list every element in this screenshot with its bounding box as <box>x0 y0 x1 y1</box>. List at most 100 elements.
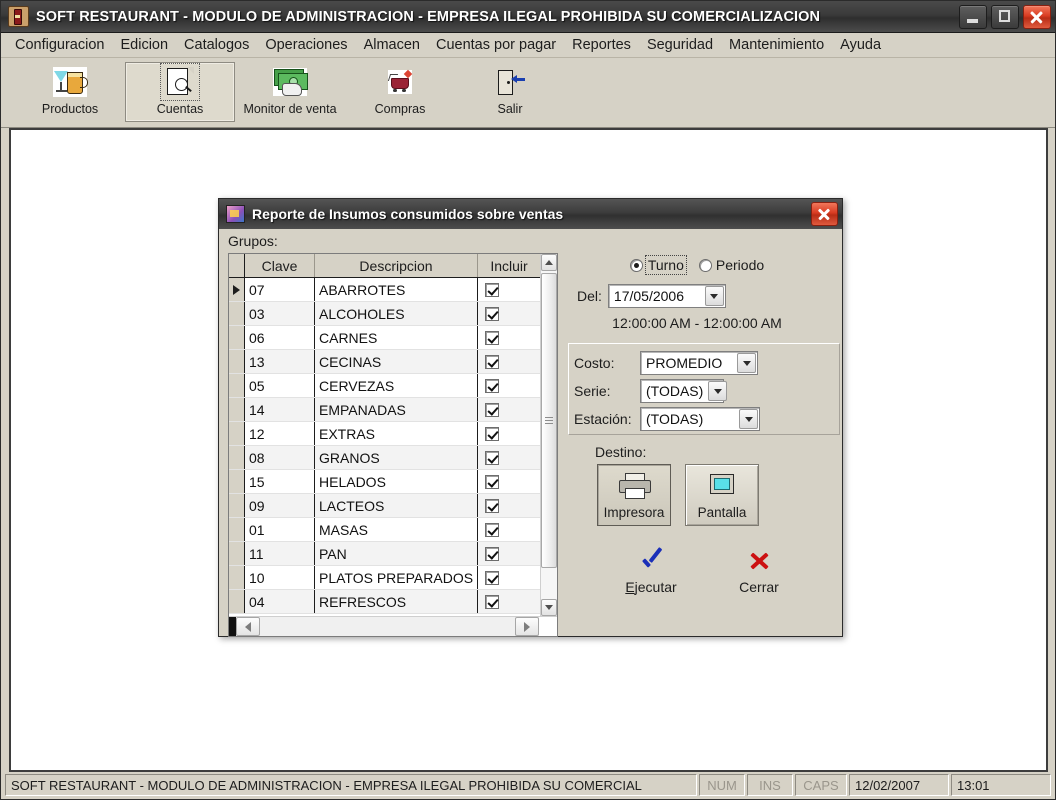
scroll-right-icon[interactable] <box>515 617 539 636</box>
scroll-left-icon[interactable] <box>236 617 260 636</box>
menu-reportes[interactable]: Reportes <box>564 35 639 55</box>
window-titlebar[interactable]: SOFT RESTAURANT - MODULO DE ADMINISTRACI… <box>1 1 1055 33</box>
chevron-down-icon[interactable] <box>708 381 728 401</box>
cell-incluir[interactable] <box>478 350 540 373</box>
destino-button-pantalla[interactable]: Pantalla <box>685 464 759 526</box>
checkbox-incluir[interactable] <box>485 474 499 489</box>
menu-edicion[interactable]: Edicion <box>112 35 176 55</box>
table-row[interactable]: 10 PLATOS PREPARADOS <box>229 566 540 590</box>
table-row[interactable]: 01 MASAS <box>229 518 540 542</box>
dialog-close-button[interactable] <box>811 202 838 226</box>
checkbox-incluir[interactable] <box>485 594 499 609</box>
cell-incluir[interactable] <box>478 470 540 493</box>
menu-cuentas-por-pagar[interactable]: Cuentas por pagar <box>428 35 564 55</box>
maximize-button[interactable] <box>991 4 1019 29</box>
cell-incluir[interactable] <box>478 566 540 589</box>
menu-almacen[interactable]: Almacen <box>356 35 428 55</box>
cell-incluir[interactable] <box>478 446 540 469</box>
grid-horizontal-scrollbar[interactable] <box>229 616 557 636</box>
toolbar-button-productos[interactable]: Productos <box>15 62 125 122</box>
menu-seguridad[interactable]: Seguridad <box>639 35 721 55</box>
dialog-titlebar[interactable]: Reporte de Insumos consumidos sobre vent… <box>219 199 842 229</box>
chevron-down-icon[interactable] <box>704 286 724 306</box>
grid-header-descripcion[interactable]: Descripcion <box>315 254 478 277</box>
table-row[interactable]: 06 CARNES <box>229 326 540 350</box>
row-selector[interactable] <box>229 518 245 541</box>
cell-incluir[interactable] <box>478 278 540 301</box>
toolbar-button-monitor-de-venta[interactable]: Monitor de venta <box>235 62 345 122</box>
radio-turno-indicator[interactable] <box>629 258 643 272</box>
radio-periodo[interactable]: Periodo <box>698 257 764 273</box>
table-row[interactable]: 07 ABARROTES <box>229 278 540 302</box>
row-selector[interactable] <box>229 566 245 589</box>
table-row[interactable]: 14 EMPANADAS <box>229 398 540 422</box>
row-selector[interactable] <box>229 398 245 421</box>
menu-operaciones[interactable]: Operaciones <box>257 35 355 55</box>
scroll-thumb-vertical[interactable] <box>541 273 557 568</box>
checkbox-incluir[interactable] <box>485 354 499 369</box>
costo-combo[interactable]: PROMEDIO <box>640 351 758 375</box>
cell-incluir[interactable] <box>478 590 540 613</box>
cell-incluir[interactable] <box>478 326 540 349</box>
table-row[interactable]: 03 ALCOHOLES <box>229 302 540 326</box>
ejecutar-button[interactable]: Ejecutar <box>615 547 687 595</box>
checkbox-incluir[interactable] <box>485 546 499 561</box>
row-selector[interactable] <box>229 278 245 301</box>
cell-incluir[interactable] <box>478 494 540 517</box>
radio-turno[interactable]: Turno <box>629 255 687 275</box>
row-selector[interactable] <box>229 422 245 445</box>
grid-vertical-scrollbar[interactable] <box>540 254 557 616</box>
table-row[interactable]: 15 HELADOS <box>229 470 540 494</box>
checkbox-incluir[interactable] <box>485 378 499 393</box>
row-selector[interactable] <box>229 350 245 373</box>
cell-incluir[interactable] <box>478 422 540 445</box>
table-row[interactable]: 08 GRANOS <box>229 446 540 470</box>
row-selector[interactable] <box>229 374 245 397</box>
menu-catalogos[interactable]: Catalogos <box>176 35 257 55</box>
row-selector[interactable] <box>229 446 245 469</box>
grupos-grid[interactable]: Clave Descripcion Incluir 07 ABARROTES 03 A… <box>228 253 558 637</box>
row-selector[interactable] <box>229 470 245 493</box>
estacion-combo[interactable]: (TODAS) <box>640 407 760 431</box>
table-row[interactable]: 11 PAN <box>229 542 540 566</box>
toolbar-button-salir[interactable]: Salir <box>455 62 565 122</box>
destino-button-impresora[interactable]: Impresora <box>597 464 671 526</box>
table-row[interactable]: 09 LACTEOS <box>229 494 540 518</box>
checkbox-incluir[interactable] <box>485 330 499 345</box>
cell-incluir[interactable] <box>478 518 540 541</box>
checkbox-incluir[interactable] <box>485 570 499 585</box>
row-selector[interactable] <box>229 542 245 565</box>
cell-incluir[interactable] <box>478 302 540 325</box>
radio-periodo-indicator[interactable] <box>698 258 712 272</box>
toolbar-button-cuentas[interactable]: Cuentas <box>125 62 235 122</box>
row-selector[interactable] <box>229 590 245 613</box>
checkbox-incluir[interactable] <box>485 426 499 441</box>
cell-incluir[interactable] <box>478 374 540 397</box>
date-combo[interactable]: 17/05/2006 <box>607 284 726 308</box>
grid-header-clave[interactable]: Clave <box>245 254 315 277</box>
scroll-up-icon[interactable] <box>541 254 557 271</box>
table-row[interactable]: 12 EXTRAS <box>229 422 540 446</box>
scroll-down-icon[interactable] <box>541 599 557 616</box>
menu-mantenimiento[interactable]: Mantenimiento <box>721 35 832 55</box>
cell-incluir[interactable] <box>478 542 540 565</box>
toolbar-button-compras[interactable]: Compras <box>345 62 455 122</box>
row-selector[interactable] <box>229 326 245 349</box>
menu-ayuda[interactable]: Ayuda <box>832 35 889 55</box>
row-selector[interactable] <box>229 302 245 325</box>
chevron-down-icon[interactable] <box>737 353 756 373</box>
row-selector[interactable] <box>229 494 245 517</box>
table-row[interactable]: 13 CECINAS <box>229 350 540 374</box>
checkbox-incluir[interactable] <box>485 306 499 321</box>
scroll-track-horizontal[interactable] <box>260 617 515 636</box>
checkbox-incluir[interactable] <box>485 450 499 465</box>
cerrar-button[interactable]: Cerrar <box>723 548 795 595</box>
cell-incluir[interactable] <box>478 398 540 421</box>
checkbox-incluir[interactable] <box>485 522 499 537</box>
grid-header-incluir[interactable]: Incluir <box>478 254 540 277</box>
minimize-button[interactable] <box>959 4 987 29</box>
table-row[interactable]: 04 REFRESCOS <box>229 590 540 614</box>
checkbox-incluir[interactable] <box>485 282 499 297</box>
table-row[interactable]: 05 CERVEZAS <box>229 374 540 398</box>
checkbox-incluir[interactable] <box>485 498 499 513</box>
